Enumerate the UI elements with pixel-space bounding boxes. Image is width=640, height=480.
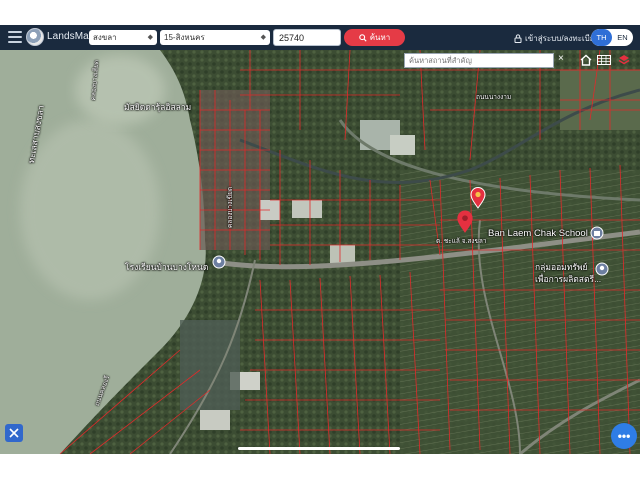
map-label-ban-laem-chak-school: Ban Laem Chak School xyxy=(488,228,588,239)
chevron-updown-icon: ◆ xyxy=(260,34,266,41)
search-icon xyxy=(358,33,367,42)
location-pin-icon[interactable] xyxy=(470,187,486,209)
hamburger-menu-icon[interactable] xyxy=(8,31,22,43)
plantation-area xyxy=(400,170,640,454)
province-value: สงขลา xyxy=(93,33,117,42)
home-indicator-bar xyxy=(238,447,400,450)
lang-en-button[interactable]: EN xyxy=(612,29,633,46)
layers-button[interactable] xyxy=(616,52,632,68)
postcode-input[interactable] xyxy=(273,29,341,46)
map-label-school-th: โรงเรียนบ้านบางโหนด xyxy=(125,262,209,272)
language-toggle[interactable]: TH EN xyxy=(591,29,633,46)
map-label-pin: ต. ชะแล้ จ.สงขลา xyxy=(436,238,487,245)
grid-icon xyxy=(597,55,611,65)
home-icon xyxy=(580,54,592,66)
school-building-icon[interactable] xyxy=(590,226,604,240)
search-button-label: ค้นหา xyxy=(369,33,391,42)
satellite-map[interactable]: มัสยิดดารุ้ลอิสลาม คลองบางเสียด ทะเลสาบส… xyxy=(0,50,640,454)
map-label-canal-right: คลองบางเขียด xyxy=(227,186,234,228)
map-label-group-line2: เพื่อการผลิตสตรี... xyxy=(535,274,602,284)
pond-cluster xyxy=(180,320,240,410)
pond xyxy=(390,135,415,155)
lock-icon xyxy=(514,34,522,43)
layers-icon xyxy=(618,55,630,65)
lang-th-button[interactable]: TH xyxy=(591,29,612,46)
top-bar: LandsMaps สงขลา ◆ 15-สิงหนคร ◆ ค้นหา เข้… xyxy=(0,25,640,50)
location-pin-icon[interactable] xyxy=(456,210,474,234)
tools-button[interactable] xyxy=(5,424,23,442)
province-select[interactable]: สงขลา ◆ xyxy=(89,30,157,45)
chevron-updown-icon: ◆ xyxy=(147,34,153,41)
home-button[interactable] xyxy=(578,52,594,68)
login-label: เข้าสู่ระบบ/ลงทะเบียน xyxy=(525,34,600,43)
map-label-road: ถนนนางงาม xyxy=(476,94,512,101)
pond xyxy=(200,410,230,430)
login-link[interactable]: เข้าสู่ระบบ/ลงทะเบียน xyxy=(514,32,600,45)
school-pin-icon[interactable] xyxy=(212,255,226,269)
district-value: 15-สิงหนคร xyxy=(164,33,205,42)
grid-button[interactable] xyxy=(596,52,612,68)
place-search-input[interactable] xyxy=(404,53,554,68)
place-pin-icon[interactable] xyxy=(595,262,609,276)
tools-icon xyxy=(9,428,19,438)
pond xyxy=(330,245,355,263)
clear-search-button[interactable]: × xyxy=(558,53,564,64)
pond xyxy=(292,200,322,218)
district-select[interactable]: 15-สิงหนคร ◆ xyxy=(160,30,270,45)
search-button[interactable]: ค้นหา xyxy=(344,29,405,46)
landsmaps-logo xyxy=(26,28,44,46)
map-label-mosque: มัสยิดดารุ้ลอิสลาม xyxy=(124,102,192,112)
more-options-button[interactable]: ••• xyxy=(611,423,637,449)
